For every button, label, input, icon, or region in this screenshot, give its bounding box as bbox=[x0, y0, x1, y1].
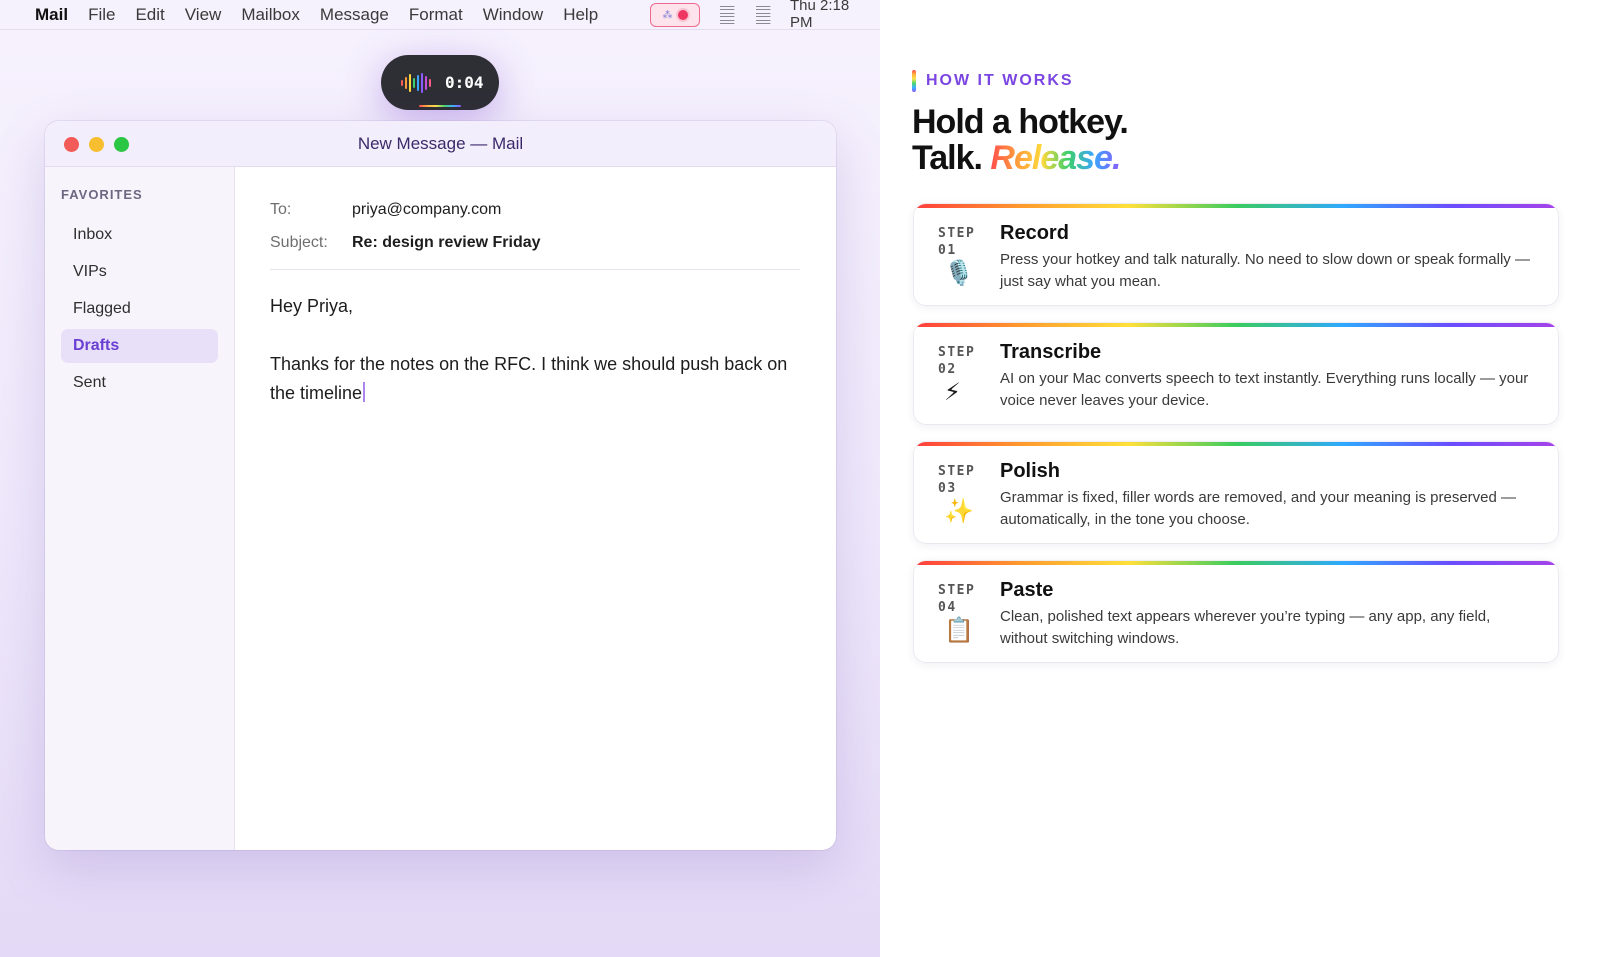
body-line-text: Thanks for the notes on the RFC. I think… bbox=[270, 354, 788, 403]
menu-bar: Mail File Edit View Mailbox Message Form… bbox=[0, 0, 880, 31]
step-title: Record bbox=[1000, 222, 1069, 244]
step-label: STEP bbox=[938, 464, 976, 479]
body-line-current: Thanks for the notes on the RFC. I think… bbox=[270, 350, 800, 408]
menu-extra-icon[interactable]: 𝄛 bbox=[756, 4, 770, 25]
sparkles-icon: ✨ bbox=[944, 498, 974, 525]
menu-window[interactable]: Window bbox=[483, 5, 543, 25]
step-description: Clean, polished text appears wherever yo… bbox=[1000, 608, 1491, 647]
menu-help[interactable]: Help bbox=[563, 5, 598, 25]
step-title: Transcribe bbox=[1000, 341, 1102, 363]
menu-file[interactable]: File bbox=[88, 5, 115, 25]
header-divider bbox=[270, 269, 800, 270]
sidebar-item-flagged[interactable]: Flagged bbox=[61, 292, 218, 326]
mail-compose-window: New Message — Mail FAVORITES Inbox VIPs … bbox=[45, 121, 836, 850]
subject-field-row: Subject: Re: design review Friday bbox=[270, 226, 800, 259]
headline-line-2: Talk. Release. bbox=[912, 140, 1128, 176]
step-card-record: STEP 01 🎙️ Record Press your hotkey and … bbox=[914, 204, 1558, 305]
to-label: To: bbox=[270, 200, 292, 218]
subject-field[interactable]: Re: design review Friday bbox=[352, 234, 541, 252]
headline-talk: Talk. bbox=[912, 139, 983, 177]
step-card-polish: STEP 03 ✨ Polish Grammar is fixed, fille… bbox=[914, 442, 1558, 543]
step-label: STEP bbox=[938, 583, 976, 598]
menu-message[interactable]: Message bbox=[320, 5, 389, 25]
compose-area: To: priya@company.com Subject: Re: desig… bbox=[235, 167, 836, 850]
step-title: Paste bbox=[1000, 579, 1054, 601]
to-field-row: To: priya@company.com bbox=[270, 193, 800, 226]
subject-label: Subject: bbox=[270, 233, 328, 251]
menu-clock[interactable]: Thu 2:18 PM bbox=[790, 0, 870, 31]
window-title: New Message — Mail bbox=[357, 134, 524, 153]
step-number: STEP 01 bbox=[938, 225, 975, 259]
window-titlebar[interactable]: New Message — Mail bbox=[45, 121, 836, 167]
text-caret bbox=[363, 382, 366, 402]
section-eyebrow: HOW IT WORKS bbox=[912, 70, 1074, 92]
step-description: Press your hotkey and talk naturally. No… bbox=[1000, 251, 1530, 290]
step-card-transcribe: STEP 02 ⚡ Transcribe AI on your Mac conv… bbox=[914, 323, 1558, 424]
step-label: STEP bbox=[938, 226, 976, 241]
eyebrow-accent-bar bbox=[912, 70, 916, 92]
message-body[interactable]: Hey Priya, Thanks for the notes on the R… bbox=[270, 292, 800, 408]
mail-sidebar: FAVORITES Inbox VIPs Flagged Drafts Sent bbox=[45, 167, 235, 850]
step-index: 04 bbox=[938, 600, 957, 615]
step-number: STEP 02 bbox=[938, 344, 975, 378]
microphone-icon: 🎙️ bbox=[944, 260, 974, 287]
eyebrow-label: HOW IT WORKS bbox=[926, 72, 1074, 89]
menu-mailbox[interactable]: Mailbox bbox=[241, 5, 300, 25]
step-description: Grammar is fixed, filler words are remov… bbox=[1000, 489, 1517, 528]
clipboard-icon: 📋 bbox=[944, 617, 974, 644]
headline: Hold a hotkey. Talk. Release. bbox=[912, 103, 1129, 176]
menu-app-mail[interactable]: Mail bbox=[35, 5, 68, 25]
desktop-stage: Mail File Edit View Mailbox Message Form… bbox=[0, 0, 880, 957]
recording-status-icon[interactable]: ⁂ bbox=[650, 3, 700, 27]
body-line bbox=[270, 321, 800, 350]
menu-format[interactable]: Format bbox=[409, 5, 463, 25]
how-it-works-panel: HOW IT WORKS Hold a hotkey. Talk. Releas… bbox=[880, 0, 1600, 957]
sidebar-item-inbox[interactable]: Inbox bbox=[61, 218, 218, 252]
lightning-icon: ⚡ bbox=[944, 379, 961, 406]
step-label: STEP bbox=[938, 345, 976, 360]
recording-hud[interactable]: 0:04 bbox=[381, 55, 499, 110]
step-index: 01 bbox=[938, 243, 957, 258]
steps-list: STEP 01 🎙️ Record Press your hotkey and … bbox=[914, 204, 1558, 680]
headline-line-1: Hold a hotkey. bbox=[912, 103, 1129, 141]
to-field[interactable]: priya@company.com bbox=[352, 201, 501, 219]
record-dot-icon bbox=[677, 10, 688, 20]
body-line: Hey Priya, bbox=[270, 296, 354, 316]
recording-timer: 0:04 bbox=[445, 73, 484, 92]
step-index: 02 bbox=[938, 362, 957, 377]
waveform-icon: ⁂ bbox=[662, 9, 673, 21]
step-description: AI on your Mac converts speech to text i… bbox=[1000, 370, 1529, 409]
menu-extra-icon[interactable]: 𝄛 bbox=[720, 4, 734, 25]
recorder-progress-bar bbox=[419, 105, 461, 107]
menu-edit[interactable]: Edit bbox=[135, 5, 164, 25]
sidebar-item-vips[interactable]: VIPs bbox=[61, 255, 218, 289]
step-number: STEP 04 bbox=[938, 582, 975, 616]
menu-view[interactable]: View bbox=[185, 5, 222, 25]
headline-release: Release. bbox=[990, 139, 1121, 177]
audio-waveform-icon bbox=[401, 72, 431, 93]
sidebar-item-drafts[interactable]: Drafts bbox=[61, 329, 218, 363]
step-card-paste: STEP 04 📋 Paste Clean, polished text app… bbox=[914, 561, 1558, 662]
step-index: 03 bbox=[938, 481, 957, 496]
step-number: STEP 03 bbox=[938, 463, 975, 497]
sidebar-item-sent[interactable]: Sent bbox=[61, 366, 218, 400]
favorites-header: FAVORITES bbox=[61, 187, 143, 202]
step-title: Polish bbox=[1000, 460, 1061, 482]
